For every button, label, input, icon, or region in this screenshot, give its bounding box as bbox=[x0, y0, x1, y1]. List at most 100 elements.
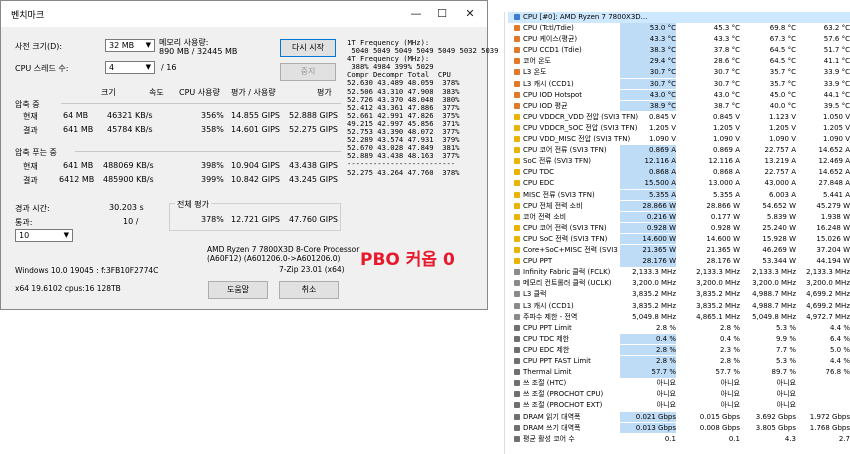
clock-icon bbox=[514, 269, 520, 276]
sensor-value: 2.3 % bbox=[719, 345, 740, 354]
sensor-row[interactable]: 쓰 조절 (PROCHOT CPU) 아니요 아니요 아니요 bbox=[508, 389, 850, 400]
sensor-row[interactable]: 쓰 조절 (HTC) 아니요 아니요 아니요 bbox=[508, 378, 850, 389]
dict-size-select[interactable]: 32 MB ▼ bbox=[105, 39, 155, 52]
sensor-name: CPU EDC 제한 bbox=[514, 345, 569, 356]
col-speed: 속도 bbox=[149, 88, 164, 97]
sensor-value: 39.5 °C bbox=[823, 101, 850, 110]
sensor-value: 76.8 % bbox=[825, 368, 850, 377]
bolt-icon bbox=[514, 169, 520, 176]
sensor-value: 30.7 °C bbox=[620, 67, 676, 78]
sensor-name: L3 캐시 (CCD1) bbox=[514, 301, 574, 312]
dict-size-label: 사전 크기(D): bbox=[15, 42, 63, 51]
sensor-name: CPU VDDCR_SOC 전압 (SVI3 TFN) bbox=[514, 123, 637, 134]
bolt-icon bbox=[514, 213, 520, 220]
sensor-row[interactable]: L3 클럭 3,835.2 MHz 3,835.2 MHz 4,988.7 MHz 4,… bbox=[508, 289, 850, 300]
sensor-row[interactable]: L3 캐시 (CCD1) 3,835.2 MHz 3,835.2 MHz 4,988.… bbox=[508, 301, 850, 312]
sensor-row[interactable]: L3 온도 30.7 °C 30.7 °C 35.7 °C 33.9 °C bbox=[508, 67, 850, 78]
sensor-row[interactable]: Thermal Limit 57.7 % 57.7 % 89.7 % 76.8 % bbox=[508, 367, 850, 378]
sensor-row[interactable]: CPU EDC 15.500 A 13.000 A 43.000 A 27.848 A bbox=[508, 178, 850, 189]
threads-select[interactable]: 4 ▼ bbox=[105, 61, 155, 74]
sensor-name: CPU 케이스(평균) bbox=[514, 34, 577, 45]
sensor-value: 38.7 °C bbox=[713, 101, 740, 110]
sensor-row[interactable]: DRAM 읽기 대역폭 0.021 Gbps 0.015 Gbps 3.692 Gbp… bbox=[508, 411, 850, 423]
sensor-row[interactable]: CPU PPT 28.176 W 28.176 W 53.344 W 44.194 W bbox=[508, 256, 850, 267]
sensor-value: 28.176 W bbox=[620, 256, 676, 267]
sensor-row[interactable]: L3 캐시 (CCD1) 30.7 °C 30.7 °C 35.7 °C 33.9 °C bbox=[508, 78, 850, 90]
sensor-value: 57.7 % bbox=[715, 368, 740, 377]
stop-button[interactable]: 중지 bbox=[280, 63, 336, 81]
sensor-row[interactable]: 메모리 컨트롤러 클럭 (UCLK) 3,200.0 MHz 3,200.0 MHz… bbox=[508, 278, 850, 289]
sensor-row[interactable]: CPU 코어 전력 (SVI3 TFN) 0.928 W 0.928 W 25.240… bbox=[508, 222, 850, 234]
compress-heading: 압축 중 bbox=[15, 100, 40, 109]
sensor-row[interactable]: CPU SoC 전력 (SVI3 TFN) 14.600 W 14.600 W 15.… bbox=[508, 233, 850, 245]
sensor-row[interactable]: SoC 전류 (SVI3 TFN) 12.116 A 12.116 A 13.219 … bbox=[508, 156, 850, 167]
sensor-name: CPU 코어 전력 (SVI3 TFN) bbox=[514, 223, 607, 234]
elapsed-value: 30.203 s bbox=[109, 203, 144, 212]
sensor-row[interactable]: CPU CCD1 (Tdie) 38.3 °C 37.8 °C 64.5 °C 51.7… bbox=[508, 45, 850, 56]
sensor-value: 2.8 % bbox=[719, 357, 740, 365]
sensor-row[interactable]: Infinity Fabric 클럭 (FCLK) 2,133.3 MHz 2,13… bbox=[508, 267, 850, 278]
sensor-value: 1.938 W bbox=[820, 212, 850, 221]
sensor-value: 28.866 W bbox=[620, 200, 676, 212]
sensor-row[interactable]: CPU IOD Hotspot 43.0 °C 43.0 °C 45.0 °C 44.1… bbox=[508, 89, 850, 101]
sensor-row[interactable]: CPU EDC 제한 2.8 % 2.3 % 7.7 % 5.0 % bbox=[508, 344, 850, 356]
maximize-icon[interactable]: ☐ bbox=[433, 5, 451, 23]
sensor-row[interactable]: 쓰 조절 (PROCHOT EXT) 아니요 아니요 아니요 bbox=[508, 400, 850, 411]
help-button[interactable]: 도움말 bbox=[208, 281, 268, 299]
sensor-row[interactable]: CPU TDC 제한 0.4 % 0.4 % 9.9 % 6.4 % bbox=[508, 333, 850, 345]
sensor-row[interactable]: CPU VDDCR_SOC 전압 (SVI3 TFN) 1.205 V 1.205 … bbox=[508, 123, 850, 134]
gauge-icon bbox=[514, 424, 520, 431]
clock-icon bbox=[514, 302, 520, 309]
sensor-row[interactable]: CPU PPT Limit 2.8 % 2.8 % 5.3 % 4.4 % bbox=[508, 323, 850, 334]
cancel-button[interactable]: 취소 bbox=[279, 281, 339, 299]
sensor-row[interactable]: CPU TDC 0.868 A 0.868 A 22.757 A 14.652 A bbox=[508, 167, 850, 178]
sensor-value: 7.7 % bbox=[775, 345, 796, 354]
sensor-name: CPU PPT Limit bbox=[514, 323, 572, 334]
sensor-value: 43.0 °C bbox=[620, 89, 676, 101]
sensor-row[interactable]: Core+SoC+MISC 전력 (SVI3 TFN) 21.365 W 21.36… bbox=[508, 245, 850, 256]
sensor-name: 쓰 조절 (HTC) bbox=[514, 378, 566, 389]
sensor-value: 0.1 bbox=[728, 434, 740, 443]
sensor-row[interactable]: CPU 코어 전류 (SVI3 TFN) 0.869 A 0.869 A 22.757… bbox=[508, 145, 850, 156]
sensor-value: 아니요 bbox=[776, 379, 796, 388]
sensor-row[interactable]: CPU IOD 평균 38.9 °C 38.7 °C 40.0 °C 39.5 °C bbox=[508, 100, 850, 112]
sensor-value: 2.8 % bbox=[655, 323, 676, 332]
sensor-row[interactable]: 코어 전력 소비 0.216 W 0.177 W 5.839 W 1.938 W bbox=[508, 211, 850, 223]
sensor-value: 4.4 % bbox=[829, 323, 850, 332]
minimize-icon[interactable]: — bbox=[407, 5, 425, 23]
sensor-group-header[interactable]: CPU [#0]: AMD Ryzen 7 7800X3D... bbox=[508, 12, 850, 23]
sensor-value: 15.928 W bbox=[762, 234, 796, 243]
close-icon[interactable]: ✕ bbox=[461, 5, 479, 23]
sensor-value: 89.7 % bbox=[771, 368, 796, 377]
bolt-icon bbox=[514, 235, 520, 242]
sensor-row[interactable]: DRAM 쓰기 대역폭 0.013 Gbps 0.008 Gbps 3.805 Gbp… bbox=[508, 422, 850, 434]
sensor-value: 3,200.0 MHz bbox=[696, 279, 740, 288]
sensor-row[interactable]: CPU (Tctl/Tdie) 53.0 °C 45.3 °C 69.8 °C 63.2… bbox=[508, 23, 850, 34]
sensor-value: 1.205 V bbox=[822, 123, 850, 132]
sensor-row[interactable]: CPU VDD_MISC 전압 (SVI3 TFN) 1.090 V 1.090 V… bbox=[508, 134, 850, 145]
sensor-row[interactable]: CPU VDDCR_VDD 전압 (SVI3 TFN) 0.845 V 0.845 … bbox=[508, 112, 850, 123]
sensor-value: 28.866 W bbox=[706, 201, 740, 210]
thermometer-icon bbox=[514, 80, 520, 87]
sensor-name: Thermal Limit bbox=[514, 367, 571, 378]
zip-version: 7-Zip 23.01 (x64) bbox=[279, 265, 345, 274]
sensor-row[interactable]: CPU PPT FAST Limit 2.8 % 2.8 % 5.3 % 4.4 % bbox=[508, 356, 850, 367]
sensor-row[interactable]: CPU 케이스(평균) 43.3 °C 43.3 °C 67.3 °C 57.6 °C bbox=[508, 34, 850, 45]
sensor-row[interactable]: MISC 전류 (SVI3 TFN) 5.355 A 5.355 A 6.003 A 5… bbox=[508, 189, 850, 201]
sensor-row[interactable]: 주파수 제한 - 전역 5,049.8 MHz 4,865.1 MHz 5,049.8… bbox=[508, 312, 850, 323]
sensor-row[interactable]: CPU 전체 전력 소비 28.866 W 28.866 W 54.652 W 45.2… bbox=[508, 200, 850, 212]
sensor-value: 14.652 A bbox=[818, 146, 850, 155]
restart-button[interactable]: 다시 시작 bbox=[280, 39, 336, 57]
divider bbox=[504, 12, 505, 454]
gauge-icon bbox=[514, 380, 520, 387]
sensor-value: 3,200.0 MHz bbox=[632, 279, 676, 288]
sensor-value: 2.8 % bbox=[620, 344, 676, 356]
sensor-value: 40.0 °C bbox=[769, 101, 796, 110]
sensor-value: 43.0 °C bbox=[713, 90, 740, 99]
passes-select[interactable]: 10 ▼ bbox=[15, 229, 73, 242]
sensor-row[interactable]: 평균 활성 코어 수 0.1 0.1 4.3 2.7 bbox=[508, 434, 850, 445]
sensor-value: 3,835.2 MHz bbox=[632, 301, 676, 310]
sensor-value: 5.3 % bbox=[775, 323, 796, 332]
sensor-row[interactable]: 코어 온도 29.4 °C 28.6 °C 64.5 °C 41.1 °C bbox=[508, 56, 850, 67]
sensor-value: 22.757 A bbox=[764, 168, 796, 177]
